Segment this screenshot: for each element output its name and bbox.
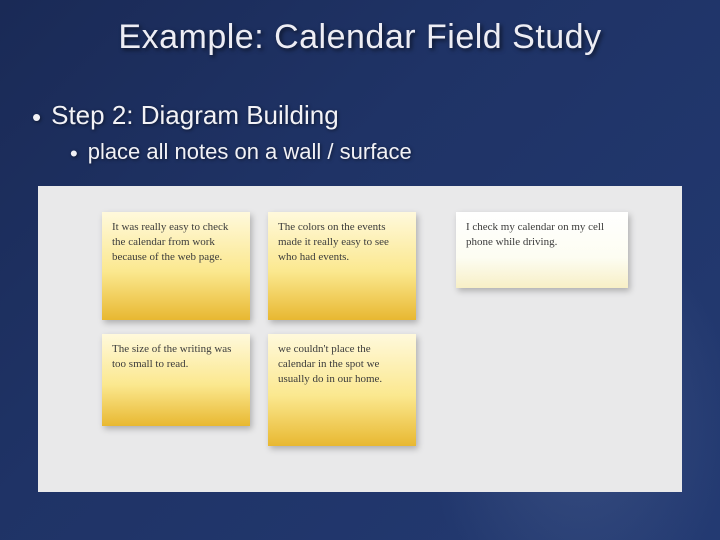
sticky-note: The size of the writing was too small to… xyxy=(102,334,250,426)
sticky-note: we couldn't place the calendar in the sp… xyxy=(268,334,416,446)
bullet-dot-icon: • xyxy=(32,102,41,133)
sticky-note: The colors on the events made it really … xyxy=(268,212,416,320)
bullet-list: • Step 2: Diagram Building • place all n… xyxy=(32,100,672,167)
sticky-note: It was really easy to check the calendar… xyxy=(102,212,250,320)
slide: Example: Calendar Field Study • Step 2: … xyxy=(0,0,720,540)
notes-wall: It was really easy to check the calendar… xyxy=(38,186,682,492)
slide-title: Example: Calendar Field Study xyxy=(0,18,720,57)
bullet-level-2-text: place all notes on a wall / surface xyxy=(88,139,412,165)
sticky-note: I check my calendar on my cell phone whi… xyxy=(456,212,628,288)
bullet-level-1-text: Step 2: Diagram Building xyxy=(51,100,339,131)
bullet-level-2: • place all notes on a wall / surface xyxy=(70,139,672,167)
bullet-level-1: • Step 2: Diagram Building xyxy=(32,100,672,133)
bullet-dot-icon: • xyxy=(70,141,78,167)
